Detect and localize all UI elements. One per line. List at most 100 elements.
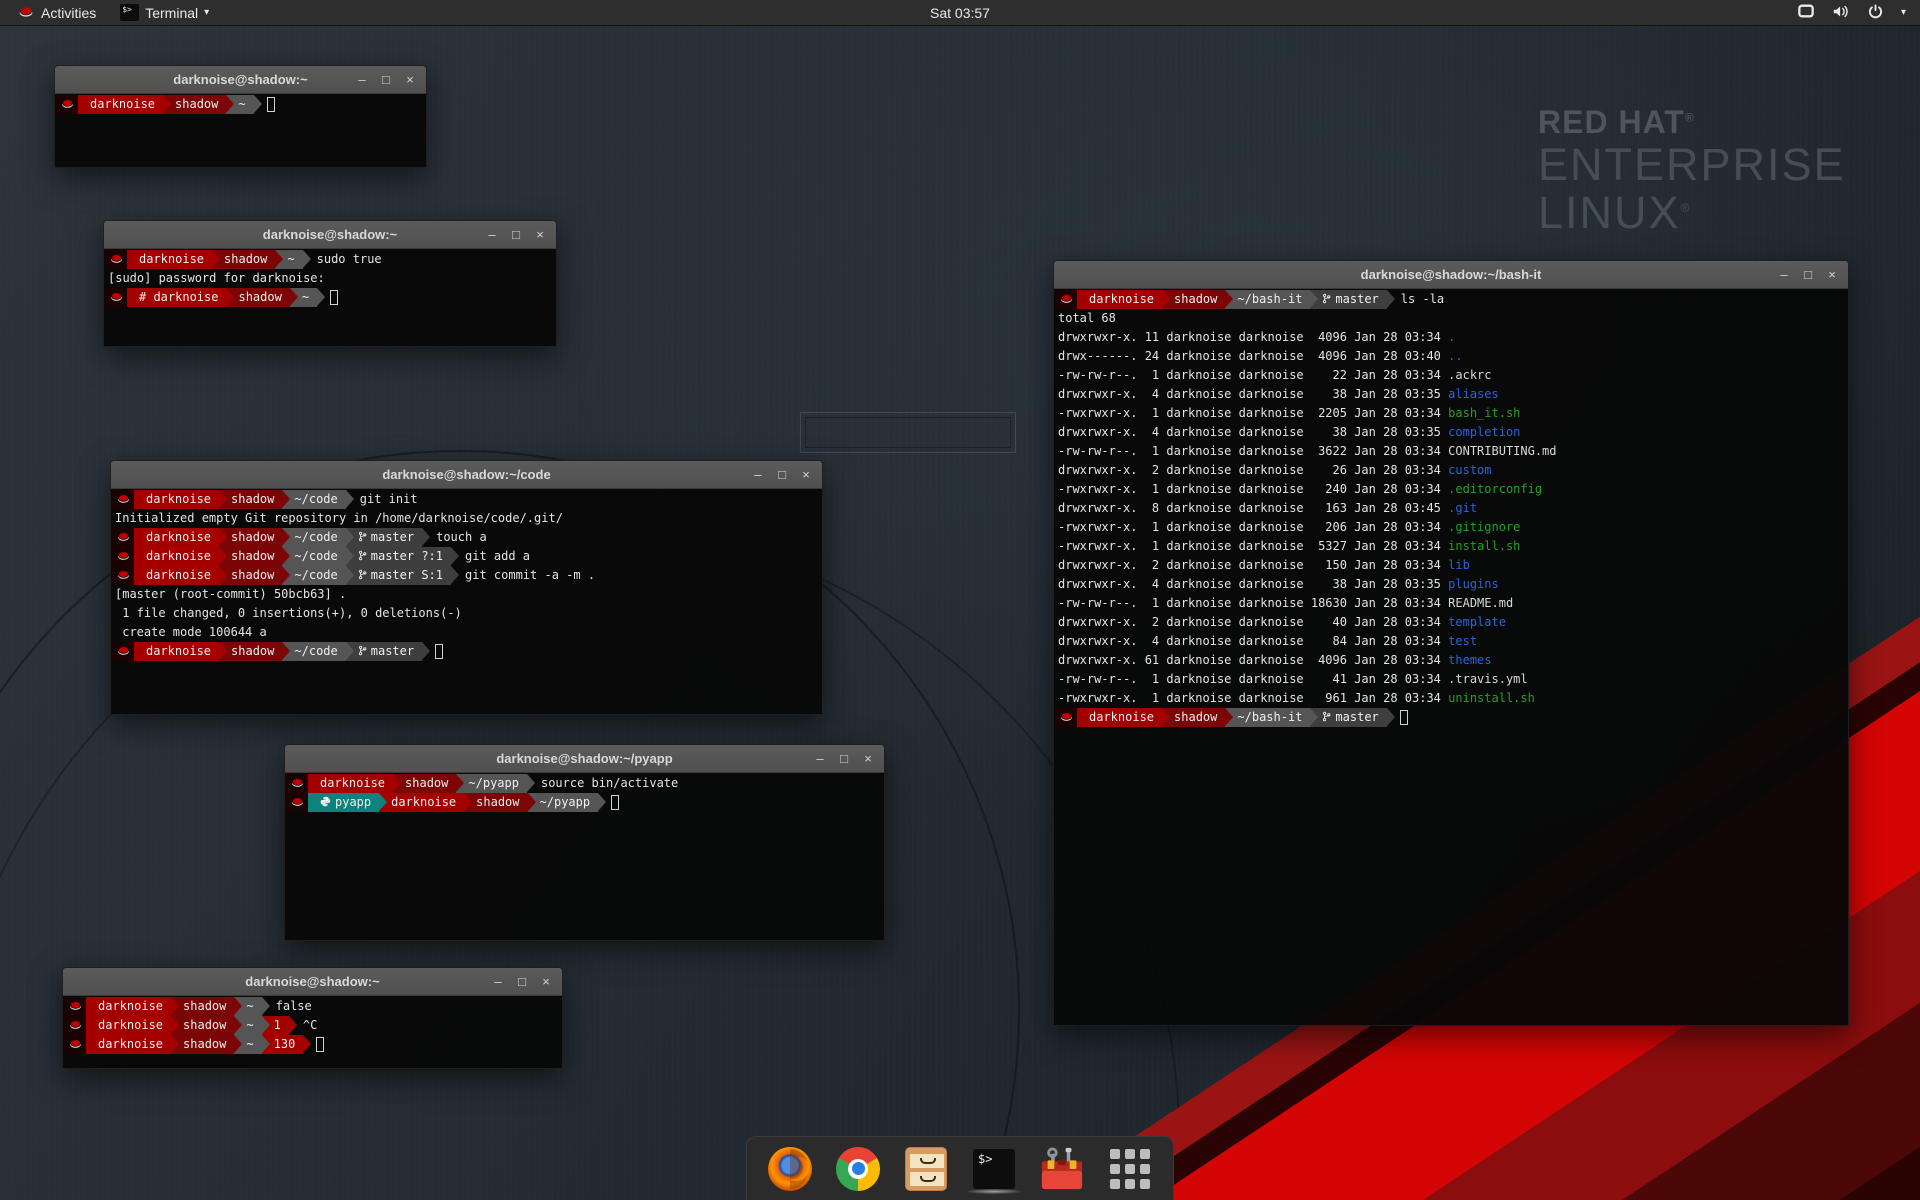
command-text: sudo true (317, 250, 382, 269)
terminal-cursor (267, 97, 275, 112)
prompt-segment-host: shadow (171, 997, 234, 1016)
close-button[interactable]: × (534, 968, 558, 996)
prompt-segment-user: darknoise (86, 1016, 171, 1035)
maximize-button[interactable]: □ (374, 66, 398, 94)
output-line: total 68 (1055, 309, 1848, 328)
window-title: darknoise@shadow:~/pyapp (285, 745, 884, 773)
ls-filename: install.sh (1448, 539, 1520, 553)
prompt-segment-user: # darknoise (127, 288, 226, 307)
chrome-dock-icon[interactable] (835, 1146, 881, 1192)
output-text: -rw-rw-r--. 1 darknoise darknoise 22 Jan… (1055, 368, 1448, 382)
close-button[interactable]: × (794, 461, 818, 489)
window-titlebar[interactable]: darknoise@shadow:~/bash-it–□× (1054, 261, 1848, 289)
registered-mark: ® (1681, 201, 1692, 215)
terminal-dock-icon[interactable]: $> (971, 1146, 1017, 1192)
system-menu[interactable]: ▾ (1798, 4, 1920, 22)
close-button[interactable]: × (528, 221, 552, 249)
segment-label: 1 (274, 1018, 281, 1032)
terminal-content[interactable]: darknoise shadow~/pyapp source bin/activat… (285, 773, 884, 940)
segment-label: ~ (246, 1037, 253, 1051)
minimize-button[interactable]: – (350, 66, 374, 94)
prompt-segment-user: darknoise (308, 774, 393, 793)
maximize-button[interactable]: □ (510, 968, 534, 996)
prompt-segment-user: darknoise (134, 566, 219, 585)
ls-row: -rwxrwxr-x. 1 darknoise darknoise 961 Ja… (1055, 689, 1848, 708)
minimize-button[interactable]: – (480, 221, 504, 249)
segment-label: 130 (274, 1037, 296, 1051)
app-grid-dock-icon[interactable] (1107, 1146, 1153, 1192)
prompt-line: pyappdarknoiseshadow~/pyapp (286, 793, 884, 812)
activities-button[interactable]: Activities (12, 0, 102, 26)
prompt-segment-path: ~/pyapp (456, 774, 527, 793)
maximize-button[interactable]: □ (770, 461, 794, 489)
command-text: touch a (436, 528, 487, 547)
prompt-segment-user: darknoise (1077, 290, 1162, 309)
redhat-fedora-icon (18, 5, 34, 21)
window-title: darknoise@shadow:~/bash-it (1054, 261, 1848, 289)
topbar-clock[interactable]: Sat 03:57 (930, 5, 990, 21)
output-text: drwxrwxr-x. 61 darknoise darknoise 4096 … (1055, 653, 1448, 667)
window-titlebar[interactable]: darknoise@shadow:~/code–□× (111, 461, 822, 489)
terminal-cursor (435, 644, 443, 659)
window-titlebar[interactable]: darknoise@shadow:~–□× (55, 66, 426, 94)
chevron-down-icon: ▾ (204, 7, 209, 18)
window-titlebar[interactable]: darknoise@shadow:~–□× (104, 221, 556, 249)
ls-filename: custom (1448, 463, 1491, 477)
redhat-icon (105, 250, 127, 269)
segment-label: darknoise (320, 776, 385, 790)
terminal-content[interactable]: darknoiseshadow~falsedarknoiseshadow~1^C… (63, 996, 562, 1068)
ls-row: drwxrwxr-x. 4 darknoise darknoise 84 Jan… (1055, 632, 1848, 651)
ls-row: drwxrwxr-x. 4 darknoise darknoise 38 Jan… (1055, 575, 1848, 594)
prompt-segment-host: shadow (464, 793, 527, 812)
segment-label: darknoise (90, 97, 155, 111)
redhat-icon (112, 490, 134, 509)
app-menu-button[interactable]: $> Terminal ▾ (112, 0, 217, 26)
prompt-line: darknoiseshadow~/bash-itmasterls -la (1055, 290, 1848, 309)
maximize-button[interactable]: □ (832, 745, 856, 773)
maximize-button[interactable]: □ (1796, 261, 1820, 289)
output-text: drwxrwxr-x. 2 darknoise darknoise 40 Jan… (1055, 615, 1448, 629)
segment-label: ~ (287, 252, 294, 266)
redhat-icon (64, 997, 86, 1016)
window-title: darknoise@shadow:~/code (111, 461, 822, 489)
command-text: git init (360, 490, 418, 509)
maximize-button[interactable]: □ (504, 221, 528, 249)
segment-label: ~/bash-it (1237, 710, 1302, 724)
minimize-button[interactable]: – (808, 745, 832, 773)
toolbox-dock-icon[interactable] (1039, 1146, 1085, 1192)
output-text: total 68 (1055, 311, 1116, 325)
ls-row: drwxrwxr-x. 2 darknoise darknoise 150 Ja… (1055, 556, 1848, 575)
close-button[interactable]: × (1820, 261, 1844, 289)
terminal-content[interactable]: darknoiseshadow~/bash-itmasterls -la tota… (1054, 289, 1848, 1025)
output-text: [master (root-commit) 50bcb63] . (112, 587, 346, 601)
window-titlebar[interactable]: darknoise@shadow:~–□× (63, 968, 562, 996)
segment-label: shadow (231, 549, 274, 563)
prompt-segment-git: master (1310, 708, 1386, 727)
redhat-icon (112, 642, 134, 661)
ls-row: drwx------. 24 darknoise darknoise 4096 … (1055, 347, 1848, 366)
output-text: drwxrwxr-x. 4 darknoise darknoise 38 Jan… (1055, 387, 1448, 401)
output-text: drwxrwxr-x. 11 darknoise darknoise 4096 … (1055, 330, 1448, 344)
terminal-content[interactable]: darknoiseshadow~/codegit initInitialized… (111, 489, 822, 714)
ls-filename: .travis.yml (1448, 672, 1527, 686)
close-button[interactable]: × (856, 745, 880, 773)
output-line: [sudo] password for darknoise: (105, 269, 556, 288)
minimize-button[interactable]: – (486, 968, 510, 996)
ls-filename: .ackrc (1448, 368, 1491, 382)
terminal-content[interactable]: darknoiseshadow~sudo true[sudo] password… (104, 249, 556, 346)
terminal-app-icon: $> (120, 4, 139, 21)
ls-filename: .gitignore (1448, 520, 1520, 534)
minimize-button[interactable]: – (746, 461, 770, 489)
ls-filename: plugins (1448, 577, 1499, 591)
ls-filename: uninstall.sh (1448, 691, 1535, 705)
minimize-button[interactable]: – (1772, 261, 1796, 289)
close-button[interactable]: × (398, 66, 422, 94)
files-dock-icon[interactable] (903, 1146, 949, 1192)
prompt-segment-user: darknoise (134, 547, 219, 566)
desktop: { "topbar": { "activities": "Activities"… (0, 0, 1920, 1200)
prompt-line: darknoiseshadow~/codegit init (112, 490, 822, 509)
window-titlebar[interactable]: darknoise@shadow:~/pyapp–□× (285, 745, 884, 773)
terminal-content[interactable]: darknoiseshadow~ (55, 94, 426, 167)
firefox-dock-icon[interactable] (767, 1146, 813, 1192)
command-text: source bin/activate (541, 774, 678, 793)
